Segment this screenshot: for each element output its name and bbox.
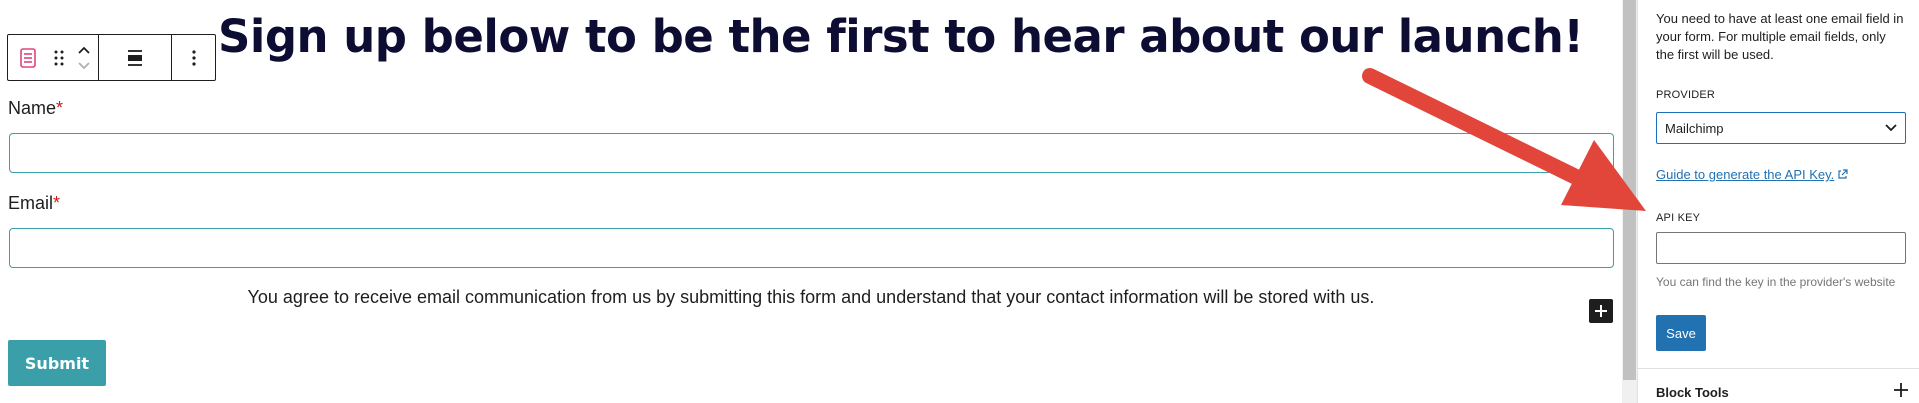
form-block-icon[interactable] <box>8 35 48 80</box>
consent-text[interactable]: You agree to receive email communication… <box>0 287 1622 308</box>
provider-selected-value: Mailchimp <box>1665 120 1724 136</box>
expand-plus-icon[interactable] <box>1893 382 1909 398</box>
toolbar-group-align <box>99 35 172 80</box>
chevron-down-icon <box>1885 124 1897 132</box>
email-label-text: Email <box>8 193 54 213</box>
move-up-icon[interactable] <box>77 45 91 55</box>
submit-button[interactable]: Submit <box>8 340 106 386</box>
required-mark: * <box>53 193 61 213</box>
save-button[interactable]: Save <box>1656 315 1706 351</box>
panel-divider <box>1638 368 1919 369</box>
plus-icon <box>1595 305 1607 317</box>
required-mark: * <box>56 98 64 118</box>
api-key-label: API KEY <box>1656 212 1701 224</box>
drag-handle-icon[interactable] <box>48 35 70 80</box>
email-input[interactable] <box>9 228 1614 268</box>
move-down-icon[interactable] <box>77 61 91 71</box>
name-label-text: Name <box>8 98 57 118</box>
block-tools-title[interactable]: Block Tools <box>1656 385 1729 400</box>
move-buttons <box>70 35 98 80</box>
add-block-button[interactable] <box>1589 299 1613 323</box>
provider-label: PROVIDER <box>1656 89 1716 101</box>
api-guide-link[interactable]: Guide to generate the API Key. <box>1656 167 1848 182</box>
more-options-icon[interactable] <box>179 35 209 80</box>
name-field-label: Name* <box>8 98 63 119</box>
email-field-hint: You need to have at least one email fiel… <box>1656 11 1904 62</box>
block-toolbar <box>7 34 216 81</box>
editor-canvas: Sign up below to be the first to hear ab… <box>0 0 1622 403</box>
external-link-icon <box>1838 169 1848 179</box>
toolbar-group-block <box>8 35 99 80</box>
provider-select[interactable]: Mailchimp <box>1656 112 1906 144</box>
api-key-input[interactable] <box>1656 232 1906 264</box>
toolbar-group-more <box>172 35 215 80</box>
api-guide-link-text[interactable]: Guide to generate the API Key. <box>1656 167 1834 182</box>
api-key-help-text: You can find the key in the provider's w… <box>1656 275 1896 289</box>
form-heading[interactable]: Sign up below to be the first to hear ab… <box>218 10 1584 63</box>
settings-sidebar: You need to have at least one email fiel… <box>1637 0 1919 403</box>
name-input[interactable] <box>9 133 1614 173</box>
scrollbar-thumb[interactable] <box>1623 0 1636 380</box>
align-icon[interactable] <box>115 35 155 80</box>
email-field-label: Email* <box>8 193 60 214</box>
